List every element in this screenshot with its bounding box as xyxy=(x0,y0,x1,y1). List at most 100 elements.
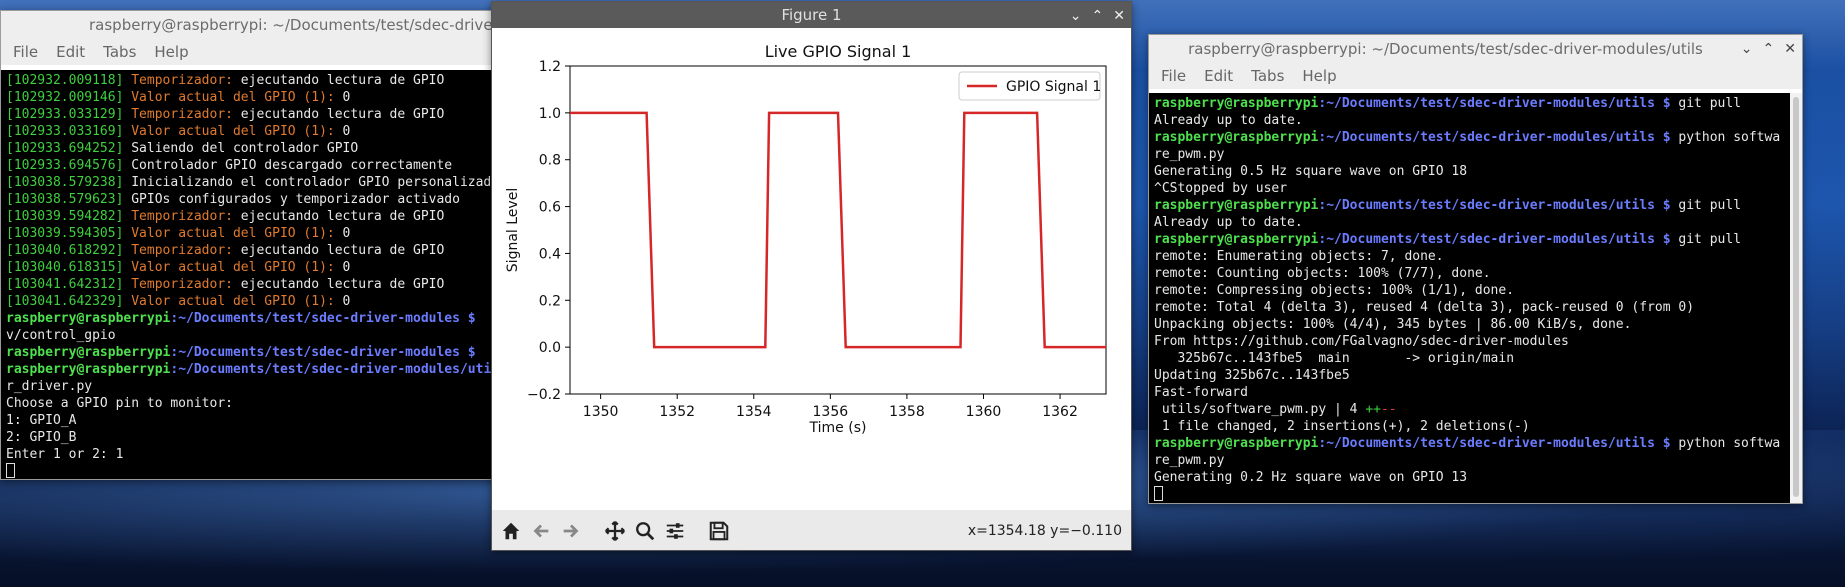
sliders-icon xyxy=(666,523,684,539)
figure-toolbar: x=1354.18 y=−0.110 xyxy=(492,510,1131,550)
zoom-button[interactable] xyxy=(632,518,658,544)
prompt-path: :~/Documents/test/sdec-driver-modules/ut… xyxy=(1318,130,1671,145)
figure-titlebar[interactable]: Figure 1 ⌄ ⌃ ✕ xyxy=(492,2,1131,28)
terminal-line: [102933.694252] Saliendo del controlador… xyxy=(1,140,499,157)
menu-file[interactable]: File xyxy=(13,43,38,61)
log-text: GPIOs configurados y temporizador activa… xyxy=(123,192,460,207)
terminal-line: [102933.033129] Temporizador: ejecutando… xyxy=(1,106,499,123)
log-timestamp: [102932.009146] xyxy=(6,90,124,105)
output-line: remote: Counting objects: 100% (7/7), do… xyxy=(1154,266,1491,281)
command-text: git pull xyxy=(1670,232,1742,247)
window-title: raspberry@raspberrypi: ~/Documents/test/… xyxy=(89,16,499,34)
window-title: raspberry@raspberrypi: ~/Documents/test/… xyxy=(1188,40,1703,58)
plot-title: Live GPIO Signal 1 xyxy=(765,42,912,61)
window-controls: ⌄ ⌃ ✕ xyxy=(1741,35,1796,63)
cursor-line xyxy=(1,463,499,479)
menu-help[interactable]: Help xyxy=(154,43,188,61)
prompt-line: raspberry@raspberrypi:~/Documents/test/s… xyxy=(1,361,500,378)
log-text: Controlador GPIO descargado correctament… xyxy=(123,158,453,173)
floppy-disk-icon xyxy=(709,521,729,541)
log-label: Valor actual del GPIO (1): xyxy=(131,90,335,105)
log-timestamp: [103041.642312] xyxy=(6,277,124,292)
signal-chart[interactable]: Live GPIO Signal 1 1350 1352 1354 1356 1358 1… xyxy=(492,28,1132,510)
menu-file[interactable]: File xyxy=(1161,67,1186,85)
left-terminal-titlebar[interactable]: raspberry@raspberrypi: ~/Documents/test/… xyxy=(1,11,499,39)
maximize-icon[interactable]: ⌃ xyxy=(1092,8,1104,24)
maximize-icon[interactable]: ⌃ xyxy=(1763,41,1775,57)
log-label: Valor actual del GPIO (1): xyxy=(131,226,335,241)
output-line: Enter 1 or 2: 1 xyxy=(6,447,124,462)
log-label: Valor actual del GPIO (1): xyxy=(131,294,335,309)
terminal-line: [103041.642329] Valor actual del GPIO (1… xyxy=(1,293,499,310)
magnifier-icon xyxy=(636,522,655,541)
legend: GPIO Signal 1 xyxy=(958,71,1101,101)
menu-tabs[interactable]: Tabs xyxy=(103,43,136,61)
log-text: Saliendo del controlador GPIO xyxy=(123,141,359,156)
log-label: Temporizador: xyxy=(131,107,233,122)
log-text: 0 xyxy=(334,90,351,105)
forward-button[interactable] xyxy=(558,518,584,544)
y-tick-label: 0.8 xyxy=(539,153,561,169)
output-line: Already up to date. xyxy=(1154,215,1303,230)
log-text: ejecutando lectura de GPIO xyxy=(232,243,445,258)
minimize-icon[interactable]: ⌄ xyxy=(1741,41,1753,57)
y-tick-label: −0.2 xyxy=(527,387,561,403)
right-terminal-output[interactable]: raspberry@raspberrypi:~/Documents/test/s… xyxy=(1149,93,1792,503)
home-button[interactable] xyxy=(498,518,524,544)
x-tick-label: 1350 xyxy=(583,404,619,420)
log-timestamp: [102933.033129] xyxy=(6,107,124,122)
menu-edit[interactable]: Edit xyxy=(56,43,85,61)
prompt-user: raspberry@raspberrypi xyxy=(1154,130,1319,145)
terminal-line: [102933.033169] Valor actual del GPIO (1… xyxy=(1,123,499,140)
configure-subplots-button[interactable] xyxy=(662,518,688,544)
output-line: remote: Compressing objects: 100% (1/1),… xyxy=(1154,283,1515,298)
log-timestamp: [102933.694576] xyxy=(6,158,124,173)
scrollbar-thumb[interactable] xyxy=(1793,97,1799,497)
back-button[interactable] xyxy=(528,518,554,544)
x-tick-label: 1356 xyxy=(813,404,849,420)
command-text: python softwa xyxy=(1670,436,1781,451)
log-text: Inicializando el controlador GPIO person… xyxy=(123,175,500,190)
y-tick-label: 0.2 xyxy=(539,293,561,309)
menu-tabs[interactable]: Tabs xyxy=(1251,67,1284,85)
left-terminal-output[interactable]: [102932.009118] Temporizador: ejecutando… xyxy=(1,70,500,479)
log-text: ejecutando lectura de GPIO xyxy=(232,73,445,88)
log-text: ejecutando lectura de GPIO xyxy=(232,107,445,122)
y-tick-label: 0.6 xyxy=(539,200,561,216)
right-terminal-scrollbar[interactable] xyxy=(1790,93,1802,503)
log-label: Valor actual del GPIO (1): xyxy=(131,260,335,275)
output-line: Generating 0.5 Hz square wave on GPIO 18 xyxy=(1154,164,1468,179)
figure-canvas[interactable]: Live GPIO Signal 1 1350 1352 1354 1356 1358 1… xyxy=(492,28,1132,510)
menu-help[interactable]: Help xyxy=(1302,67,1336,85)
x-tick-label: 1362 xyxy=(1042,404,1078,420)
terminal-line: [102932.009146] Valor actual del GPIO (1… xyxy=(1,89,499,106)
diffstat-line: utils/software_pwm.py | 4 ++-- xyxy=(1149,401,1792,418)
diffstat-file: utils/software_pwm.py | 4 xyxy=(1154,402,1366,417)
minimize-icon[interactable]: ⌄ xyxy=(1070,8,1082,24)
save-button[interactable] xyxy=(706,518,732,544)
output-line: Fast-forward xyxy=(1154,385,1248,400)
output-line: Unpacking objects: 100% (4/4), 345 bytes… xyxy=(1154,317,1632,332)
diffstat-plus: ++ xyxy=(1365,402,1381,417)
prompt-line: raspberry@raspberrypi:~/Documents/test/s… xyxy=(1149,197,1792,214)
close-icon[interactable]: ✕ xyxy=(1784,41,1796,57)
prompt-user: raspberry@raspberrypi xyxy=(1154,96,1319,111)
y-tick-label: 0.0 xyxy=(539,340,561,356)
prompt-line: raspberry@raspberrypi:~/Documents/test/s… xyxy=(1149,435,1792,452)
command-text: git pull xyxy=(1670,96,1742,111)
close-icon[interactable]: ✕ xyxy=(1113,8,1125,24)
prompt-path: :~/Documents/test/sdec-driver-modules/ut… xyxy=(170,362,500,377)
terminal-line: [102932.009118] Temporizador: ejecutando… xyxy=(1,72,499,89)
menu-edit[interactable]: Edit xyxy=(1204,67,1233,85)
signal-series-line xyxy=(570,111,1106,349)
log-label: Valor actual del GPIO (1): xyxy=(131,124,335,139)
right-terminal-titlebar[interactable]: raspberry@raspberrypi: ~/Documents/test/… xyxy=(1149,35,1802,63)
log-text: 0 xyxy=(334,124,351,139)
terminal-line: [103039.594305] Valor actual del GPIO (1… xyxy=(1,225,499,242)
prompt-user: raspberry@raspberrypi xyxy=(6,345,171,360)
pan-button[interactable] xyxy=(602,518,628,544)
prompt-user: raspberry@raspberrypi xyxy=(1154,232,1319,247)
log-text: 0 xyxy=(334,226,351,241)
output-line: 325b67c..143fbe5 main -> origin/main xyxy=(1154,351,1515,366)
output-line: Updating 325b67c..143fbe5 xyxy=(1154,368,1350,383)
